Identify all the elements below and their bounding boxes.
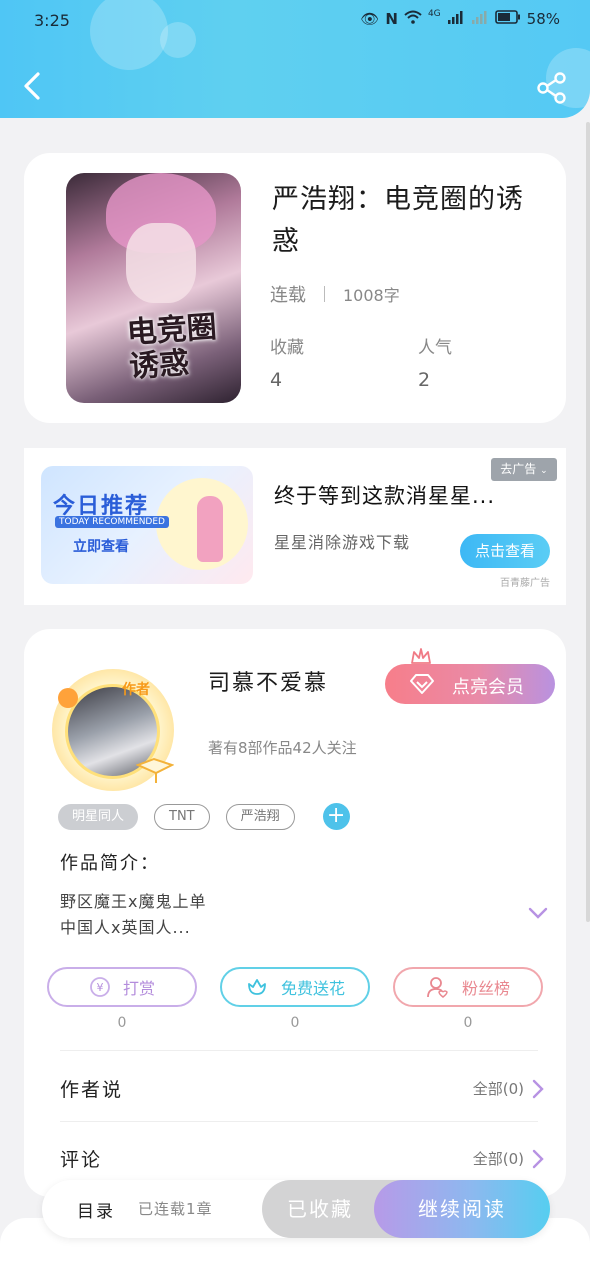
popularity-count: 2 (418, 369, 431, 391)
ad-banner[interactable]: 今日推荐 TODAY RECOMMENDED 立即查看 终于等到这款消星星...… (24, 448, 566, 605)
back-button[interactable] (18, 66, 52, 106)
plus-icon: + (326, 803, 346, 828)
share-button[interactable] (534, 70, 570, 106)
book-icon (136, 757, 174, 783)
book-meta: 连载 1008字 (270, 281, 400, 307)
remove-ad-button[interactable]: 去广告 ⌄ (491, 458, 557, 481)
flower-icon (248, 979, 266, 995)
scrollbar[interactable] (586, 122, 590, 922)
tag-item[interactable]: 严浩翔 (225, 803, 295, 830)
battery-level: 58% (526, 10, 560, 28)
comments-link[interactable]: 全部(0) (473, 1148, 544, 1169)
intro-label: 作品简介： (60, 853, 160, 874)
tag-item[interactable]: TNT (154, 803, 210, 830)
author-avatar[interactable]: 作者 (52, 669, 174, 791)
book-cover[interactable]: 电竞圈 诱惑 (66, 173, 241, 403)
author-badge: 作者 (122, 682, 150, 698)
status-time: 3:25 (34, 11, 70, 30)
fans-count: 0 (463, 1015, 473, 1031)
signal-icon-2 (471, 10, 489, 28)
fans-ranking-label: 粉丝榜 (461, 979, 510, 998)
book-title: 严浩翔：电竞圈的诱惑 (272, 184, 524, 257)
yen-coin-icon: ¥ (90, 977, 110, 997)
flower-count: 0 (290, 1015, 300, 1031)
network-type: 4G (427, 9, 441, 19)
add-tag-button[interactable]: + (322, 803, 350, 830)
chevron-right-icon (532, 1079, 544, 1098)
popularity-label: 人气 (418, 338, 452, 358)
nfc-icon: N (385, 10, 398, 28)
fan-user-icon (427, 977, 448, 998)
author-says-title: 作者说 (60, 1079, 124, 1101)
send-flower-label: 免费送花 (280, 979, 345, 998)
status-icons: 👁 N 4G 58% (360, 9, 560, 29)
author-card: 作者 司慕不爱慕 著有8部作品42人关注 点亮会员 明星同人 TNT 严浩翔 +… (24, 629, 566, 1197)
comments-title: 评论 (60, 1149, 103, 1171)
wifi-icon (404, 10, 422, 28)
svg-text:¥: ¥ (96, 981, 103, 994)
book-status: 连载 (270, 285, 306, 306)
share-icon (537, 72, 566, 104)
tag-list: 明星同人 TNT 严浩翔 + (58, 803, 350, 830)
ad-image[interactable]: 今日推荐 TODAY RECOMMENDED 立即查看 (41, 466, 253, 584)
intro-line: 中国人x英国人... (60, 918, 191, 937)
battery-icon (494, 10, 521, 28)
toc-label: 目录 (77, 1202, 115, 1222)
ad-source: 百青藤广告 (500, 578, 550, 589)
book-info-card: 电竞圈 诱惑 严浩翔：电竞圈的诱惑 连载 1008字 收藏 4 人气 2 (24, 153, 566, 423)
favorites-label: 收藏 (270, 338, 304, 358)
signal-icon (447, 10, 465, 28)
divider (60, 1050, 538, 1051)
cover-illustration-face (126, 223, 196, 303)
vip-button-label: 点亮会员 (452, 677, 524, 698)
continue-reading-button[interactable]: 继续阅读 (374, 1180, 550, 1238)
eye-icon: 👁 (360, 10, 380, 28)
send-flower-button[interactable]: 免费送花 (220, 967, 370, 1007)
reward-label: 打赏 (122, 979, 155, 998)
ad-image-figure (197, 496, 223, 562)
favorites-count: 4 (270, 369, 283, 391)
tag-item[interactable]: 明星同人 (58, 803, 139, 830)
fans-ranking-button[interactable]: 粉丝榜 (393, 967, 543, 1007)
word-count: 1008字 (343, 286, 400, 305)
author-says-link[interactable]: 全部(0) (473, 1078, 544, 1099)
meta-divider (324, 286, 325, 302)
top-header: 3:25 👁 N 4G 58% (0, 0, 590, 118)
ad-subtitle: 星星消除游戏下载 (274, 533, 411, 552)
divider (60, 1121, 538, 1122)
chevron-down-icon (528, 907, 548, 919)
remove-ad-label: 去广告 (500, 462, 537, 476)
reward-count: 0 (117, 1015, 127, 1031)
status-bar: 3:25 👁 N 4G 58% (0, 0, 590, 40)
chevron-down-icon: ⌄ (540, 466, 548, 476)
author-says-all: 全部(0) (472, 1080, 524, 1098)
reward-button[interactable]: ¥ 打赏 (47, 967, 197, 1007)
vip-button[interactable]: 点亮会员 (385, 664, 555, 704)
ad-title: 终于等到这款消星星... (274, 484, 496, 508)
expand-intro-button[interactable] (526, 905, 550, 925)
comments-all: 全部(0) (472, 1150, 524, 1168)
ad-image-subtitle: TODAY RECOMMENDED (55, 516, 169, 528)
author-name[interactable]: 司慕不爱慕 (208, 665, 328, 697)
toc-status: 已连载1章 (138, 1200, 213, 1218)
ad-image-cta: 立即查看 (73, 539, 129, 555)
bottom-action-bar: 目录 已连载1章 已收藏 继续阅读 (42, 1180, 550, 1238)
chevron-right-icon (532, 1149, 544, 1168)
diamond-icon (410, 674, 434, 694)
balloon-icon (58, 688, 78, 708)
collected-label: 已收藏 (287, 1197, 353, 1221)
chevron-left-icon (24, 72, 40, 100)
intro-text: 野区魔王x魔鬼上单 中国人x英国人... (60, 889, 206, 941)
intro-line: 野区魔王x魔鬼上单 (60, 892, 207, 911)
ad-view-button[interactable]: 点击查看 (460, 534, 550, 568)
author-info: 著有8部作品42人关注 (208, 739, 357, 757)
cover-title-art: 电竞圈 诱惑 (125, 309, 218, 385)
